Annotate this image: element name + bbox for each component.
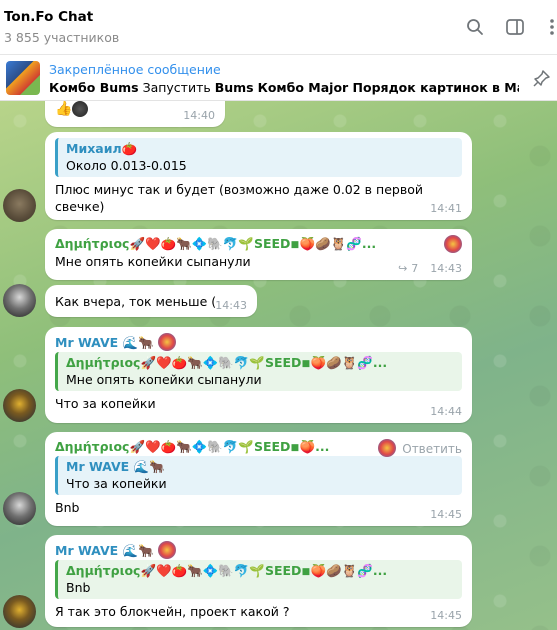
sender-badge-icon: [444, 235, 462, 253]
reply-text: Мне опять копейки сыпанули: [66, 372, 262, 387]
message-bubble[interactable]: Mr WAVE 🌊🐂 Δημήτριος🚀❤️🍅🐂💠🐘🐬🌱SEED◾🍑🥔🦉🧬..…: [45, 535, 472, 627]
message-time: 14:43: [215, 299, 247, 312]
sender-name[interactable]: Mr WAVE 🌊🐂: [55, 333, 462, 352]
member-count: 3 855 участников: [4, 30, 120, 45]
reply-text: Bnb: [66, 580, 91, 595]
avatar[interactable]: [3, 284, 36, 317]
reactions-row[interactable]: 👍: [55, 101, 89, 117]
reply-quote[interactable]: Михаил🍅 Около 0.013-0.015: [55, 138, 462, 177]
message-time: 14:43: [430, 262, 462, 275]
pin-list-icon[interactable]: [533, 69, 553, 89]
message-time: 14:41: [430, 202, 462, 215]
reply-count[interactable]: 7: [411, 262, 418, 275]
reply-author: Михаил🍅: [66, 141, 138, 156]
sender-name[interactable]: Mr WAVE 🌊🐂: [55, 541, 462, 560]
message-time: 14:45: [430, 508, 462, 521]
sender-badge-icon: [158, 541, 177, 559]
reply-text: Что за копейки: [66, 476, 167, 491]
sender-name[interactable]: Δημήτριος🚀❤️🍅🐂💠🐘🐬🌱SEED◾🍑🥔🦉🧬...: [55, 235, 425, 253]
avatar[interactable]: [3, 595, 36, 628]
message-meta: ↪ 7 14:43: [398, 262, 462, 275]
message-text: Как вчера, ток меньше (: [55, 294, 217, 309]
pinned-thumbnail: [6, 61, 40, 95]
sidebar-toggle-icon[interactable]: [503, 15, 527, 39]
message-text: Bnb: [55, 500, 80, 515]
reaction-avatar: [72, 101, 89, 117]
message-text: Плюс минус так и будет (возможно даже 0.…: [55, 182, 423, 214]
message-bubble[interactable]: Mr WAVE 🌊🐂 Δημήτριος🚀❤️🍅🐂💠🐘🐬🌱SEED◾🍑🥔🦉🧬..…: [45, 327, 472, 423]
reply-quote[interactable]: Δημήτριος🚀❤️🍅🐂💠🐘🐬🌱SEED◾🍑🥔🦉🧬... Bnb: [55, 560, 462, 599]
reply-quote[interactable]: Δημήτριος🚀❤️🍅🐂💠🐘🐬🌱SEED◾🍑🥔🦉🧬... Мне опять…: [55, 352, 462, 391]
message-text: Что за копейки: [55, 396, 156, 411]
message-time: 14:45: [430, 609, 462, 622]
reply-text: Около 0.013-0.015: [66, 158, 187, 173]
chat-header: Ton.Fo Chat 3 855 участников: [0, 0, 557, 55]
pinned-message-bar[interactable]: Закреплённое сообщение Комбо Bums Запуст…: [0, 55, 557, 101]
chat-title[interactable]: Ton.Fo Chat: [4, 9, 93, 25]
message-bubble[interactable]: Михаил🍅 Около 0.013-0.015 Плюс минус так…: [45, 132, 472, 220]
message-time: 14:40: [183, 109, 215, 122]
pinned-text: Комбо Bums Запустить Bums Комбо Major По…: [49, 80, 519, 95]
more-menu-icon[interactable]: [540, 15, 557, 39]
reply-author: Δημήτριος🚀❤️🍅🐂💠🐘🐬🌱SEED◾🍑🥔🦉🧬...: [66, 355, 388, 370]
reply-button[interactable]: Ответить: [378, 439, 462, 457]
reply-arrow-icon: ↪: [398, 262, 408, 275]
message-bubble[interactable]: Как вчера, ток меньше ( 14:43: [45, 285, 257, 317]
sender-name[interactable]: Δημήτριος🚀❤️🍅🐂💠🐘🐬🌱SEED◾🍑...: [55, 438, 365, 456]
pinned-title: Закреплённое сообщение: [49, 62, 221, 77]
search-icon[interactable]: [463, 15, 487, 39]
avatar[interactable]: [3, 389, 36, 422]
message-bubble[interactable]: 👍 14:40: [45, 101, 225, 127]
avatar[interactable]: [3, 189, 36, 222]
sender-badge-icon: [378, 439, 397, 457]
reply-quote[interactable]: Mr WAVE 🌊🐂 Что за копейки: [55, 456, 462, 495]
sender-badge-icon: [158, 333, 177, 351]
avatar[interactable]: [3, 492, 36, 525]
message-bubble[interactable]: Δημήτριος🚀❤️🍅🐂💠🐘🐬🌱SEED◾🍑... Ответить Mr …: [45, 432, 472, 526]
message-text: Я так это блокчейн, проект какой ?: [55, 604, 290, 619]
reply-author: Δημήτριος🚀❤️🍅🐂💠🐘🐬🌱SEED◾🍑🥔🦉🧬...: [66, 563, 388, 578]
reply-author: Mr WAVE 🌊🐂: [66, 459, 165, 474]
message-time: 14:44: [430, 405, 462, 418]
message-list[interactable]: 👍 14:40 Михаил🍅 Около 0.013-0.015 Плюс м…: [0, 101, 557, 630]
message-bubble[interactable]: Δημήτριος🚀❤️🍅🐂💠🐘🐬🌱SEED◾🍑🥔🦉🧬... Мне опять…: [45, 229, 472, 280]
